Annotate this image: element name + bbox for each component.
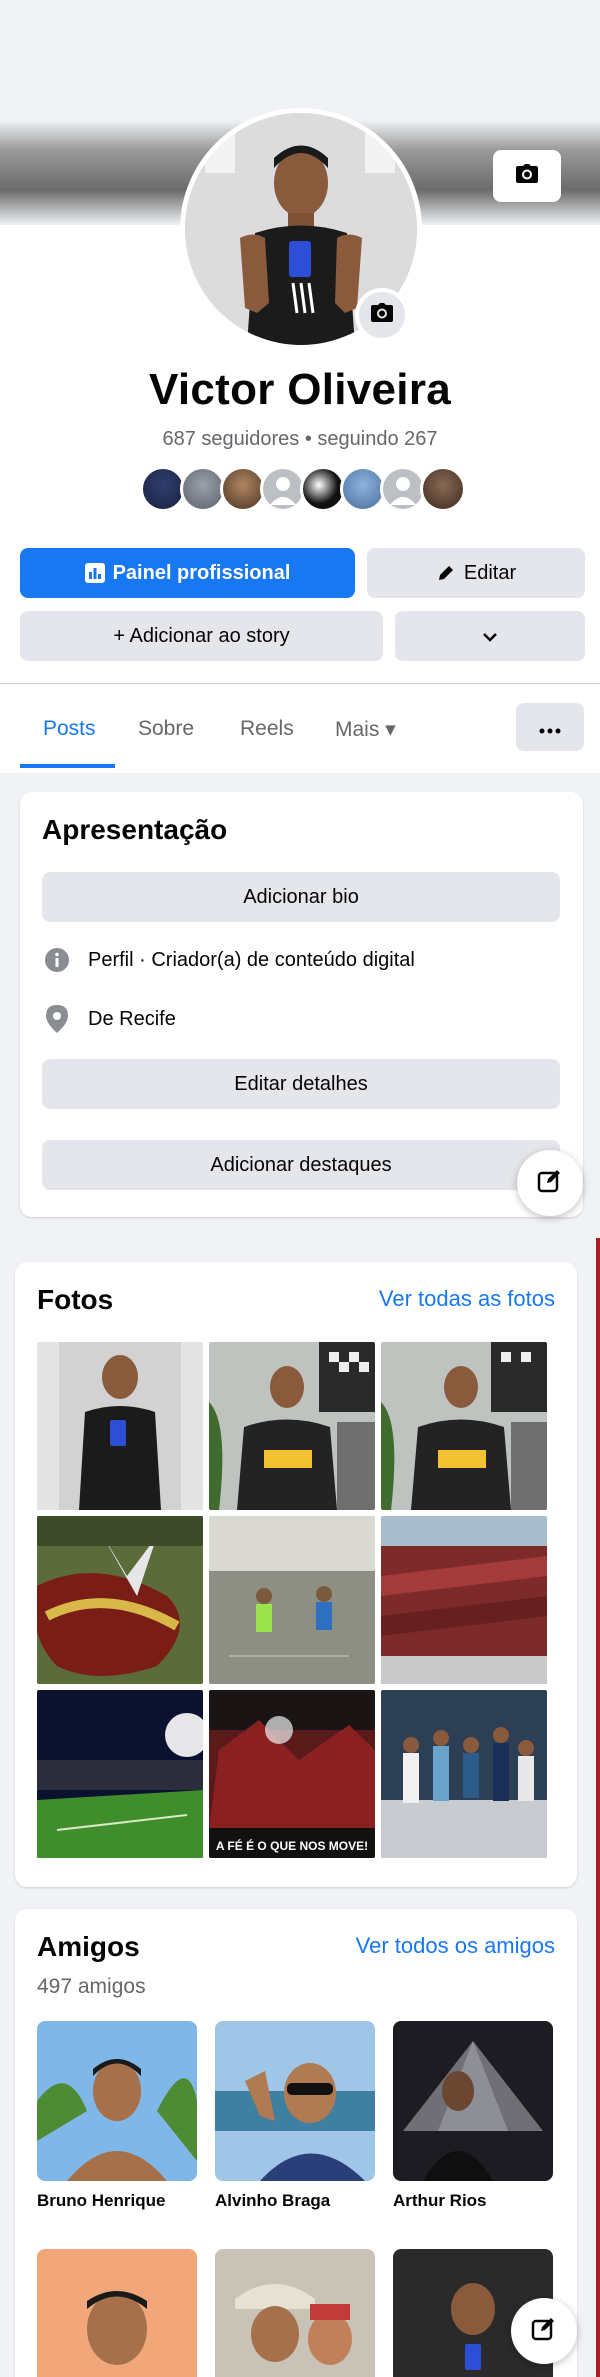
friend-photo <box>37 2021 197 2181</box>
friends-card: Amigos Ver todos os amigos 497 amigos Br… <box>15 1909 577 2377</box>
profile-type-row: Perfil · Criador(a) de conteúdo digital <box>42 945 415 975</box>
compose-button-bottom[interactable] <box>511 2298 577 2364</box>
location-text: De Recife <box>88 1007 176 1030</box>
photo-caption: A FÉ É O QUE NOS MOVE! <box>216 1838 368 1853</box>
photo-thumbnail[interactable] <box>381 1690 547 1858</box>
friend-card[interactable] <box>215 2249 375 2377</box>
see-all-photos-link[interactable]: Ver todas as fotos <box>379 1286 555 1312</box>
friend-photo <box>215 2249 375 2377</box>
see-all-friends-link[interactable]: Ver todos os amigos <box>356 1933 555 1959</box>
edit-square-icon <box>537 1168 563 1199</box>
intro-card: Apresentação Adicionar bio Perfil · Cria… <box>20 792 583 1217</box>
photo-thumbnail[interactable] <box>381 1516 547 1684</box>
friend-photo <box>37 2249 197 2377</box>
edit-profile-label: Editar <box>463 561 517 584</box>
edit-details-button[interactable]: Editar detalhes <box>42 1059 560 1109</box>
add-highlights-button[interactable]: Adicionar destaques <box>42 1140 560 1190</box>
edit-square-icon <box>531 2316 557 2347</box>
chart-icon <box>84 563 105 583</box>
photo-thumbnail[interactable] <box>209 1516 375 1684</box>
tab-about[interactable]: Sobre <box>138 717 194 741</box>
profile-type-text: Perfil · Criador(a) de conteúdo digital <box>88 948 415 971</box>
friend-photo <box>393 2021 553 2181</box>
camera-icon <box>515 163 539 189</box>
photos-card: Fotos Ver todas as fotos A FÉ É O QUE NO… <box>15 1262 577 1887</box>
photo-thumbnail[interactable] <box>37 1690 203 1858</box>
friend-name: Alvinho Braga <box>215 2191 331 2210</box>
location-row: De Recife <box>42 1004 176 1034</box>
intro-title: Apresentação <box>42 814 228 845</box>
professional-panel-label: Painel profissional <box>112 561 291 584</box>
friend-name: Bruno Henrique <box>37 2191 166 2210</box>
friend-card[interactable]: Alvinho Braga <box>215 2021 375 2211</box>
photo-thumbnail[interactable] <box>209 1342 375 1510</box>
friends-count: 497 amigos <box>37 1975 146 1998</box>
profile-name: Victor Oliveira <box>148 365 452 414</box>
friends-title: Amigos <box>37 1931 140 1962</box>
edit-profile-button[interactable]: Editar <box>367 548 585 598</box>
more-dots-icon <box>538 714 562 740</box>
scroll-edge-indicator <box>596 1238 600 2377</box>
follower-avatar <box>420 466 466 512</box>
add-to-story-label: + Adicionar ao story <box>113 624 290 647</box>
friends-grid: Bruno Henrique Alvinho Braga Arthur Rios <box>37 2021 553 2377</box>
tab-reels[interactable]: Reels <box>240 717 294 741</box>
photo-thumbnail[interactable]: A FÉ É O QUE NOS MOVE! <box>209 1690 375 1858</box>
more-options-dropdown-button[interactable] <box>395 611 585 661</box>
active-tab-indicator <box>20 764 115 768</box>
friend-name: Arthur Rios <box>393 2191 487 2210</box>
compose-button[interactable] <box>517 1150 583 1216</box>
professional-panel-button[interactable]: Painel profissional <box>20 548 355 598</box>
photos-grid: A FÉ É O QUE NOS MOVE! <box>37 1342 547 1858</box>
photo-thumbnail[interactable] <box>37 1516 203 1684</box>
add-bio-button[interactable]: Adicionar bio <box>42 872 560 922</box>
follow-stats[interactable]: 687 seguidores • seguindo 267 <box>0 428 600 451</box>
tab-more[interactable]: Mais ▾ <box>335 717 396 742</box>
chevron-down-icon <box>482 625 498 648</box>
edit-profile-picture-button[interactable] <box>355 288 409 342</box>
location-pin-icon <box>42 1004 72 1034</box>
camera-icon <box>370 302 394 328</box>
friend-card[interactable]: Arthur Rios <box>393 2021 553 2211</box>
photo-thumbnail[interactable] <box>381 1342 547 1510</box>
edit-cover-button[interactable] <box>493 150 561 202</box>
photos-title: Fotos <box>37 1284 114 1315</box>
photo-thumbnail[interactable] <box>37 1342 203 1510</box>
add-to-story-button[interactable]: + Adicionar ao story <box>20 611 383 661</box>
pencil-icon <box>436 563 456 583</box>
mutual-followers-avatars[interactable] <box>140 466 466 512</box>
friend-card[interactable]: Bruno Henrique <box>37 2021 197 2211</box>
more-dots-button[interactable] <box>516 703 584 751</box>
tab-posts[interactable]: Posts <box>43 717 96 741</box>
friend-photo <box>215 2021 375 2181</box>
friend-card[interactable] <box>37 2249 197 2377</box>
info-icon <box>42 945 72 975</box>
